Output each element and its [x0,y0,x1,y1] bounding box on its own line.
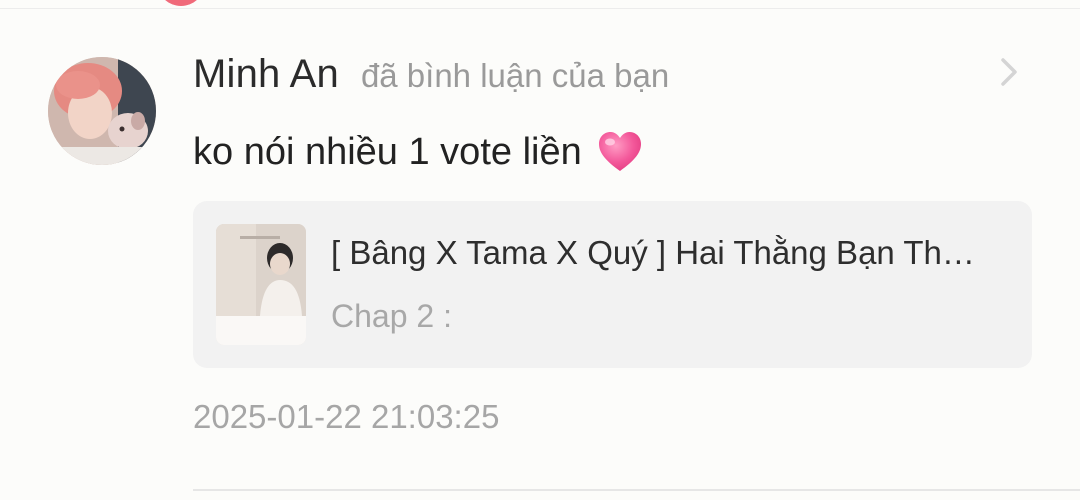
avatar[interactable] [48,57,156,165]
user-name[interactable]: Minh An [193,52,339,97]
story-card[interactable]: [ Bâng X Tama X Quý ] Hai Thằng Bạn Th… … [193,201,1032,368]
timestamp: 2025-01-22 21:03:25 [193,398,500,435]
story-chapter: Chap 2 : [331,298,452,334]
chevron-right-icon[interactable] [996,56,1022,88]
action-text: đã bình luận của bạn [360,57,670,94]
comment-notification[interactable]: Minh An đã bình luận của bạn ko nói nhiề… [0,0,1080,500]
bottom-divider [193,489,1080,491]
notification-header: Minh An đã bình luận của bạn [193,52,669,100]
story-cover-image[interactable] [216,224,306,345]
story-title[interactable]: [ Bâng X Tama X Quý ] Hai Thằng Bạn Th… [331,234,1011,272]
comment-text: ko nói nhiều 1 vote liền [193,130,582,173]
pink-heart-icon [598,132,641,171]
comment-row: ko nói nhiều 1 vote liền [193,126,644,178]
